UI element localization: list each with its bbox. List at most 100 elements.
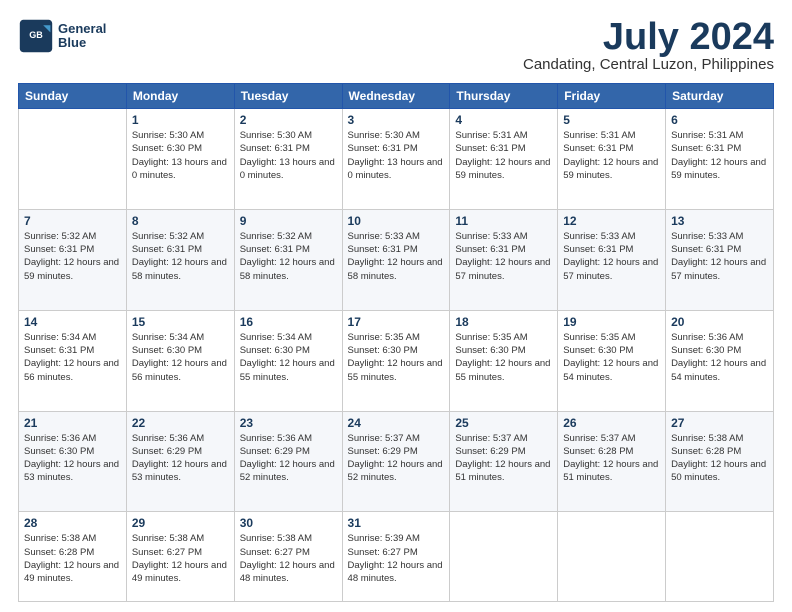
day-info: Sunrise: 5:35 AMSunset: 6:30 PMDaylight:… [563,332,658,383]
calendar-header-row: Sunday Monday Tuesday Wednesday Thursday… [19,84,774,109]
calendar-cell [19,109,127,210]
day-info: Sunrise: 5:36 AMSunset: 6:30 PMDaylight:… [671,332,766,383]
day-number: 6 [671,113,768,127]
day-number: 21 [24,416,121,430]
day-number: 8 [132,214,229,228]
day-number: 28 [24,516,121,530]
calendar-cell: 29 Sunrise: 5:38 AMSunset: 6:27 PMDaylig… [126,512,234,602]
day-info: Sunrise: 5:38 AMSunset: 6:28 PMDaylight:… [24,533,119,584]
calendar-cell: 12 Sunrise: 5:33 AMSunset: 6:31 PMDaylig… [558,209,666,310]
calendar-cell: 2 Sunrise: 5:30 AMSunset: 6:31 PMDayligh… [234,109,342,210]
calendar-cell: 6 Sunrise: 5:31 AMSunset: 6:31 PMDayligh… [666,109,774,210]
day-info: Sunrise: 5:39 AMSunset: 6:27 PMDaylight:… [348,533,443,584]
col-saturday: Saturday [666,84,774,109]
calendar-cell: 26 Sunrise: 5:37 AMSunset: 6:28 PMDaylig… [558,411,666,512]
col-friday: Friday [558,84,666,109]
day-info: Sunrise: 5:31 AMSunset: 6:31 PMDaylight:… [563,130,658,181]
day-number: 5 [563,113,660,127]
col-wednesday: Wednesday [342,84,450,109]
calendar-cell: 1 Sunrise: 5:30 AMSunset: 6:30 PMDayligh… [126,109,234,210]
day-info: Sunrise: 5:30 AMSunset: 6:31 PMDaylight:… [240,130,335,181]
day-info: Sunrise: 5:37 AMSunset: 6:29 PMDaylight:… [455,433,550,484]
day-info: Sunrise: 5:34 AMSunset: 6:30 PMDaylight:… [240,332,335,383]
day-number: 31 [348,516,445,530]
logo-text: General Blue [58,22,106,51]
day-number: 10 [348,214,445,228]
day-info: Sunrise: 5:31 AMSunset: 6:31 PMDaylight:… [455,130,550,181]
day-info: Sunrise: 5:38 AMSunset: 6:28 PMDaylight:… [671,433,766,484]
day-number: 14 [24,315,121,329]
calendar-cell: 13 Sunrise: 5:33 AMSunset: 6:31 PMDaylig… [666,209,774,310]
day-number: 30 [240,516,337,530]
day-info: Sunrise: 5:31 AMSunset: 6:31 PMDaylight:… [671,130,766,181]
col-sunday: Sunday [19,84,127,109]
day-info: Sunrise: 5:32 AMSunset: 6:31 PMDaylight:… [132,231,227,282]
calendar-cell [450,512,558,602]
day-number: 12 [563,214,660,228]
day-number: 26 [563,416,660,430]
calendar-cell: 15 Sunrise: 5:34 AMSunset: 6:30 PMDaylig… [126,310,234,411]
day-number: 9 [240,214,337,228]
day-number: 19 [563,315,660,329]
day-number: 25 [455,416,552,430]
day-info: Sunrise: 5:34 AMSunset: 6:30 PMDaylight:… [132,332,227,383]
calendar-cell: 24 Sunrise: 5:37 AMSunset: 6:29 PMDaylig… [342,411,450,512]
calendar-cell: 4 Sunrise: 5:31 AMSunset: 6:31 PMDayligh… [450,109,558,210]
calendar-cell [558,512,666,602]
day-info: Sunrise: 5:34 AMSunset: 6:31 PMDaylight:… [24,332,119,383]
day-info: Sunrise: 5:36 AMSunset: 6:29 PMDaylight:… [132,433,227,484]
calendar-cell: 18 Sunrise: 5:35 AMSunset: 6:30 PMDaylig… [450,310,558,411]
day-info: Sunrise: 5:33 AMSunset: 6:31 PMDaylight:… [563,231,658,282]
day-info: Sunrise: 5:33 AMSunset: 6:31 PMDaylight:… [455,231,550,282]
calendar-cell [666,512,774,602]
col-thursday: Thursday [450,84,558,109]
day-info: Sunrise: 5:36 AMSunset: 6:29 PMDaylight:… [240,433,335,484]
day-number: 11 [455,214,552,228]
day-info: Sunrise: 5:37 AMSunset: 6:28 PMDaylight:… [563,433,658,484]
title-location: Candating, Central Luzon, Philippines [523,56,774,73]
day-number: 22 [132,416,229,430]
calendar-cell: 21 Sunrise: 5:36 AMSunset: 6:30 PMDaylig… [19,411,127,512]
logo: GB General Blue [18,18,106,54]
day-info: Sunrise: 5:33 AMSunset: 6:31 PMDaylight:… [671,231,766,282]
calendar-cell: 27 Sunrise: 5:38 AMSunset: 6:28 PMDaylig… [666,411,774,512]
day-number: 20 [671,315,768,329]
day-number: 27 [671,416,768,430]
title-block: July 2024 Candating, Central Luzon, Phil… [523,18,774,73]
calendar-cell: 8 Sunrise: 5:32 AMSunset: 6:31 PMDayligh… [126,209,234,310]
day-info: Sunrise: 5:32 AMSunset: 6:31 PMDaylight:… [24,231,119,282]
day-info: Sunrise: 5:38 AMSunset: 6:27 PMDaylight:… [240,533,335,584]
day-number: 7 [24,214,121,228]
logo-line2: Blue [58,36,106,50]
day-number: 23 [240,416,337,430]
calendar-cell: 22 Sunrise: 5:36 AMSunset: 6:29 PMDaylig… [126,411,234,512]
day-info: Sunrise: 5:37 AMSunset: 6:29 PMDaylight:… [348,433,443,484]
calendar-cell: 17 Sunrise: 5:35 AMSunset: 6:30 PMDaylig… [342,310,450,411]
logo-icon: GB [18,18,54,54]
day-number: 4 [455,113,552,127]
day-number: 1 [132,113,229,127]
calendar-cell: 19 Sunrise: 5:35 AMSunset: 6:30 PMDaylig… [558,310,666,411]
header: GB General Blue July 2024 Candating, Cen… [18,18,774,73]
day-info: Sunrise: 5:30 AMSunset: 6:30 PMDaylight:… [132,130,227,181]
calendar-cell: 25 Sunrise: 5:37 AMSunset: 6:29 PMDaylig… [450,411,558,512]
calendar-cell: 28 Sunrise: 5:38 AMSunset: 6:28 PMDaylig… [19,512,127,602]
calendar-cell: 31 Sunrise: 5:39 AMSunset: 6:27 PMDaylig… [342,512,450,602]
calendar-cell: 16 Sunrise: 5:34 AMSunset: 6:30 PMDaylig… [234,310,342,411]
day-info: Sunrise: 5:32 AMSunset: 6:31 PMDaylight:… [240,231,335,282]
calendar-cell: 23 Sunrise: 5:36 AMSunset: 6:29 PMDaylig… [234,411,342,512]
col-tuesday: Tuesday [234,84,342,109]
calendar-cell: 11 Sunrise: 5:33 AMSunset: 6:31 PMDaylig… [450,209,558,310]
col-monday: Monday [126,84,234,109]
logo-line1: General [58,22,106,36]
day-number: 24 [348,416,445,430]
calendar-cell: 7 Sunrise: 5:32 AMSunset: 6:31 PMDayligh… [19,209,127,310]
day-number: 17 [348,315,445,329]
calendar-cell: 14 Sunrise: 5:34 AMSunset: 6:31 PMDaylig… [19,310,127,411]
day-number: 29 [132,516,229,530]
day-number: 3 [348,113,445,127]
day-number: 16 [240,315,337,329]
title-month: July 2024 [523,18,774,56]
calendar-table: Sunday Monday Tuesday Wednesday Thursday… [18,83,774,602]
day-info: Sunrise: 5:38 AMSunset: 6:27 PMDaylight:… [132,533,227,584]
